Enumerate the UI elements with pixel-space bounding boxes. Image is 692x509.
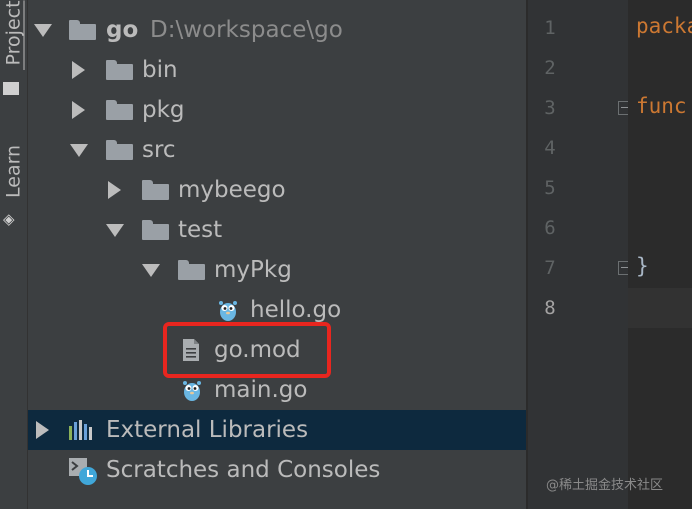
project-folder-icon xyxy=(3,82,19,95)
watermark: @稀土掘金技术社区 xyxy=(546,478,664,493)
tree-row-pkg[interactable]: pkg xyxy=(28,90,526,130)
editor-gutter: 1 2 3 4 5 6 7 8 xyxy=(528,0,632,509)
line-number: 7 xyxy=(544,257,556,279)
tree-row-scratches[interactable]: Scratches and Consoles xyxy=(28,450,526,490)
gopher-file-icon xyxy=(219,301,237,321)
tree-row-src[interactable]: src xyxy=(28,130,526,170)
gopher-file-icon xyxy=(183,381,201,401)
line-number: 1 xyxy=(544,17,556,39)
line-number: 4 xyxy=(544,137,556,159)
project-tool-tab[interactable]: 1: Project xyxy=(0,0,27,70)
line-number: 3 xyxy=(544,97,556,119)
folder-icon xyxy=(142,180,169,200)
tree-row-mypkg[interactable]: myPkg xyxy=(28,250,526,290)
learn-tool-tab[interactable]: Learn xyxy=(0,145,27,201)
folder-icon xyxy=(106,100,133,120)
code-line-1: packa xyxy=(636,14,692,38)
tree-label-main-go: main.go xyxy=(214,377,308,403)
tree-label-pkg: pkg xyxy=(142,97,185,123)
project-tool-tab-label: 1: Project xyxy=(2,0,25,70)
scratches-icon xyxy=(69,458,97,485)
line-number: 5 xyxy=(544,177,556,199)
tree-label-test: test xyxy=(178,217,223,243)
expand-arrow-icon[interactable] xyxy=(72,101,85,119)
tree-root-path: D:\workspace\go xyxy=(150,17,343,43)
tree-row-go[interactable]: go D:\workspace\go xyxy=(28,10,526,50)
tree-row-mybeego[interactable]: mybeego xyxy=(28,170,526,210)
layers-icon[interactable]: ◈ xyxy=(3,210,15,228)
collapse-arrow-icon[interactable] xyxy=(142,264,160,277)
folder-icon xyxy=(106,60,133,80)
current-line-number: 8 xyxy=(544,297,556,319)
folder-icon xyxy=(142,220,169,240)
code-line-7: } xyxy=(636,254,649,278)
expand-arrow-icon[interactable] xyxy=(36,421,49,439)
line-number: 6 xyxy=(544,217,556,239)
code-line-3: func xyxy=(636,94,687,118)
tree-label-mybeego: mybeego xyxy=(178,177,286,203)
tree-row-test[interactable]: test xyxy=(28,210,526,250)
tree-label-go: go xyxy=(106,17,139,43)
collapse-arrow-icon[interactable] xyxy=(34,24,52,37)
tree-label-scratches: Scratches and Consoles xyxy=(106,457,381,483)
expand-arrow-icon[interactable] xyxy=(108,181,121,199)
tree-label-bin: bin xyxy=(142,57,178,83)
tree-row-external-libraries[interactable]: External Libraries xyxy=(28,410,526,450)
folder-icon xyxy=(178,260,205,280)
libraries-icon xyxy=(69,420,92,440)
project-tree-panel: go D:\workspace\go bin pkg src mybeego t… xyxy=(28,0,528,509)
annotation-highlight-box xyxy=(163,322,331,378)
expand-arrow-icon[interactable] xyxy=(72,61,85,79)
current-line-highlight xyxy=(628,288,692,328)
tree-label-hello-go: hello.go xyxy=(250,297,342,323)
line-number: 2 xyxy=(544,57,556,79)
tree-label-src: src xyxy=(142,137,176,163)
folder-icon xyxy=(69,20,96,40)
collapse-arrow-icon[interactable] xyxy=(70,144,88,157)
folder-icon xyxy=(106,140,133,160)
tree-row-bin[interactable]: bin xyxy=(28,50,526,90)
collapse-arrow-icon[interactable] xyxy=(106,224,124,237)
tree-label-external-libraries: External Libraries xyxy=(106,417,309,443)
tree-label-mypkg: myPkg xyxy=(214,257,292,283)
tool-window-strip: 1: Project Learn ◈ xyxy=(0,0,28,509)
